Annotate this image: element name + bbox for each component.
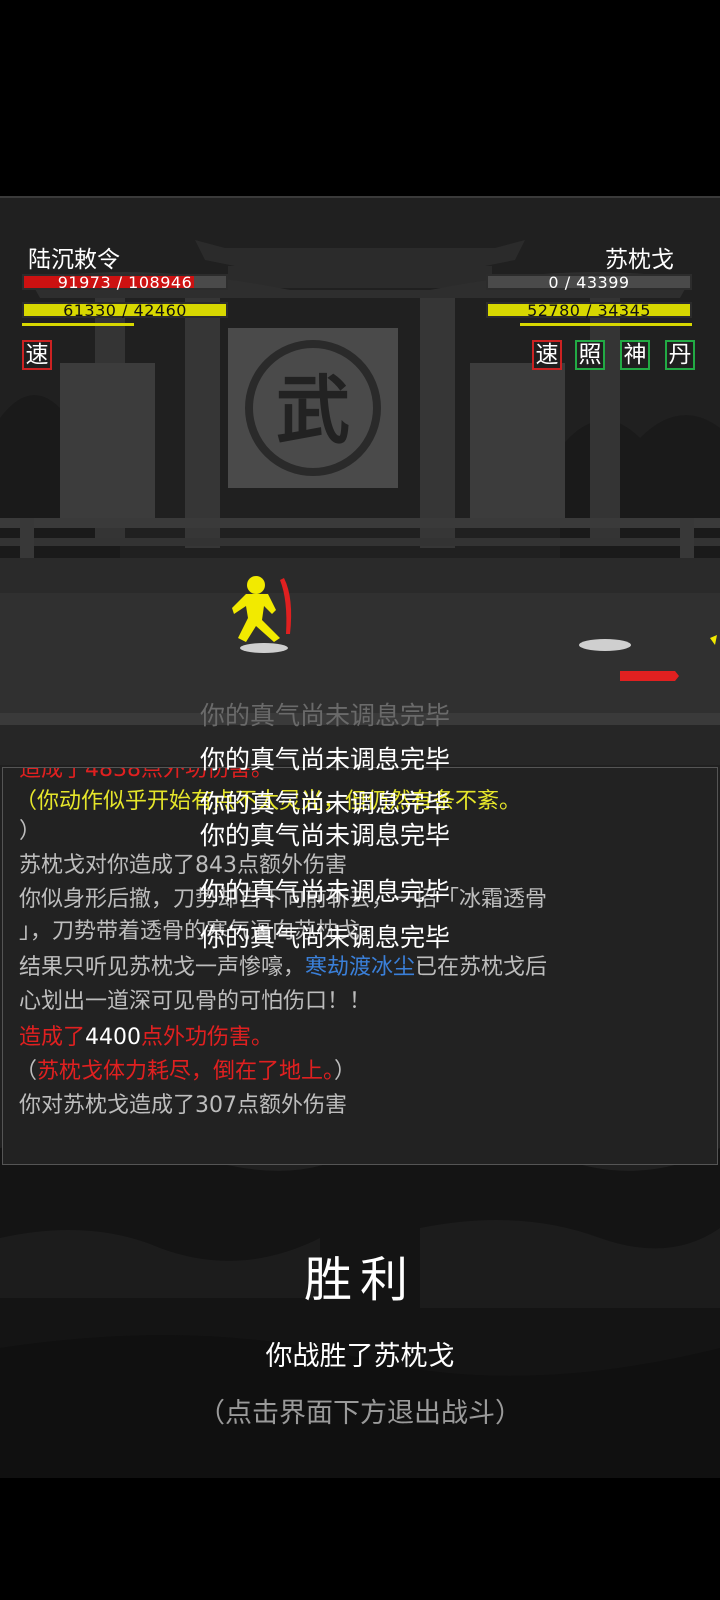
enemy-status-dan[interactable]: 丹 (665, 340, 695, 370)
player-hp-bar: 91973 / 108946 (22, 273, 228, 292)
log-line-result: 结果只听见苏枕戈一声惨嚎，寒劫渡冰尘已在苏枕戈后 (19, 954, 547, 982)
log-line-extra-damage: 你对苏枕戈造成了307点额外伤害 (19, 1093, 347, 1118)
player-qi-text: 61330 / 42460 (63, 301, 187, 320)
log-defeat-text: 苏枕戈体力耗尽，倒在了地上。 (37, 1059, 335, 1084)
player-charge-line (22, 323, 134, 326)
player-hp-text: 91973 / 108946 (57, 273, 193, 292)
log-text: （ (15, 1059, 38, 1084)
enemy-status-speed[interactable]: 速 (532, 340, 562, 370)
martial-emblem: 武 (276, 368, 350, 454)
log-line-defeat: （苏枕戈体力耗尽，倒在了地上。） (15, 1058, 356, 1086)
log-text: 点外功伤害。 (141, 1025, 274, 1050)
floating-message: 你的真气尚未调息完毕 (200, 745, 451, 774)
floating-message: 你的真气尚未调息完毕 (200, 923, 451, 952)
enemy-status-shen[interactable]: 神 (620, 340, 650, 370)
enemy-qi-bar: 52780 / 34345 (486, 301, 692, 320)
floating-message: 你的真气尚未调息完毕 (200, 877, 451, 906)
victory-title: 胜利 (303, 1252, 416, 1308)
log-damage-value: 4400 (85, 1025, 142, 1050)
log-text: ） (334, 1059, 357, 1084)
floating-message: 你的真气尚未调息完毕 (200, 789, 451, 818)
enemy-charge-line (520, 323, 692, 326)
victory-subtitle: 你战胜了苏枕戈 (265, 1341, 455, 1372)
floating-message-faded: 你的真气尚未调息完毕 (200, 701, 451, 730)
log-weapon-name: 寒劫渡冰尘 (305, 955, 416, 980)
player-fighter (232, 576, 292, 653)
log-text: 造成了 (19, 1025, 86, 1050)
enemy-defeated (579, 635, 717, 681)
enemy-status-zhao[interactable]: 照 (575, 340, 605, 370)
player-qi-bar: 61330 / 42460 (22, 301, 228, 320)
log-line-wound: 心划出一道深可见骨的可怕伤口！！ (19, 989, 372, 1014)
log-line-damage: 造成了4400点外功伤害。 (19, 1024, 273, 1052)
player-name: 陆沉敕令 (28, 247, 120, 273)
exit-battle-hint[interactable]: （点击界面下方退出战斗） (0, 1391, 720, 1430)
log-text: 结果只听见苏枕戈一声惨嚎， (19, 955, 306, 980)
enemy-name: 苏枕戈 (605, 247, 674, 273)
enemy-qi-text: 52780 / 34345 (527, 301, 651, 320)
log-line-status-end: ） (19, 819, 42, 844)
player-status-speed[interactable]: 速 (22, 340, 52, 370)
log-text: 已在苏枕戈后 (415, 955, 548, 980)
floating-message: 你的真气尚未调息完毕 (200, 821, 451, 850)
enemy-hp-bar: 0 / 43399 (486, 273, 692, 292)
enemy-hp-text: 0 / 43399 (548, 273, 630, 292)
